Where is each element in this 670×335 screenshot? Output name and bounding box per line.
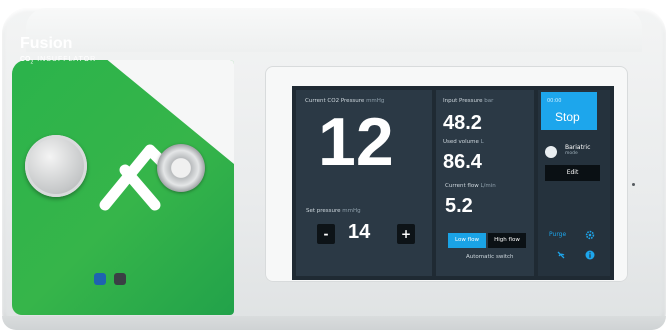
- used-volume-value: 86.4: [443, 151, 482, 173]
- current-flow-unit: L/min: [480, 183, 496, 189]
- purge-button[interactable]: Purge: [549, 231, 566, 238]
- set-pressure-value: 14: [348, 221, 371, 243]
- automatic-switch-label: Automatic switch: [466, 254, 514, 260]
- current-pressure-value: 12: [318, 104, 394, 180]
- low-flow-button[interactable]: Low flow: [448, 233, 486, 248]
- bluetooth-badge-icon: [94, 273, 106, 285]
- cardiac-badge-icon: [114, 273, 126, 285]
- brand-title: Fusion: [20, 35, 73, 52]
- brand-sub-prefix: CO: [20, 56, 31, 63]
- pressure-decrease-button[interactable]: -: [317, 224, 335, 244]
- set-pressure-label: Set pressure: [306, 208, 341, 214]
- stop-button-label: Stop: [555, 110, 580, 124]
- device-base: [2, 316, 666, 330]
- stop-timer-text: 00:00: [547, 98, 562, 104]
- current-flow-value: 5.2: [445, 195, 473, 217]
- input-pressure-label-row: Input Pressure bar: [443, 98, 493, 104]
- info-icon[interactable]: [585, 250, 595, 260]
- used-volume-label-row: Used volume L: [443, 139, 484, 145]
- bariatric-label: Bariatric: [565, 144, 591, 151]
- input-pressure-label: Input Pressure: [443, 98, 483, 104]
- gas-outlet-port[interactable]: [157, 144, 205, 192]
- power-knob[interactable]: [25, 135, 87, 197]
- set-pressure-unit: mmHg: [342, 208, 361, 214]
- input-pressure-value: 48.2: [443, 112, 482, 134]
- status-led: [632, 183, 635, 186]
- high-flow-button[interactable]: High flow: [488, 233, 526, 248]
- pressure-increase-button[interactable]: +: [397, 224, 415, 244]
- current-flow-label-row: Current flow L/min: [445, 183, 496, 189]
- no-flow-icon[interactable]: [556, 250, 566, 260]
- edit-button[interactable]: Edit: [545, 165, 600, 181]
- bariatric-toggle[interactable]: [545, 146, 557, 158]
- used-volume-unit: L: [480, 139, 484, 145]
- set-pressure-label-row: Set pressure mmHg: [306, 208, 361, 214]
- settings-gear-icon[interactable]: [585, 230, 595, 240]
- current-flow-label: Current flow: [445, 183, 479, 189]
- device-top-surface: [26, 8, 642, 52]
- input-pressure-unit: bar: [484, 98, 494, 104]
- brand-subtitle: CO2 INSUFFLATOR: [20, 56, 96, 65]
- bariatric-sub-label: mode: [565, 151, 578, 156]
- brand-sub-rest: INSUFFLATOR: [34, 56, 97, 63]
- used-volume-label: Used volume: [443, 139, 479, 145]
